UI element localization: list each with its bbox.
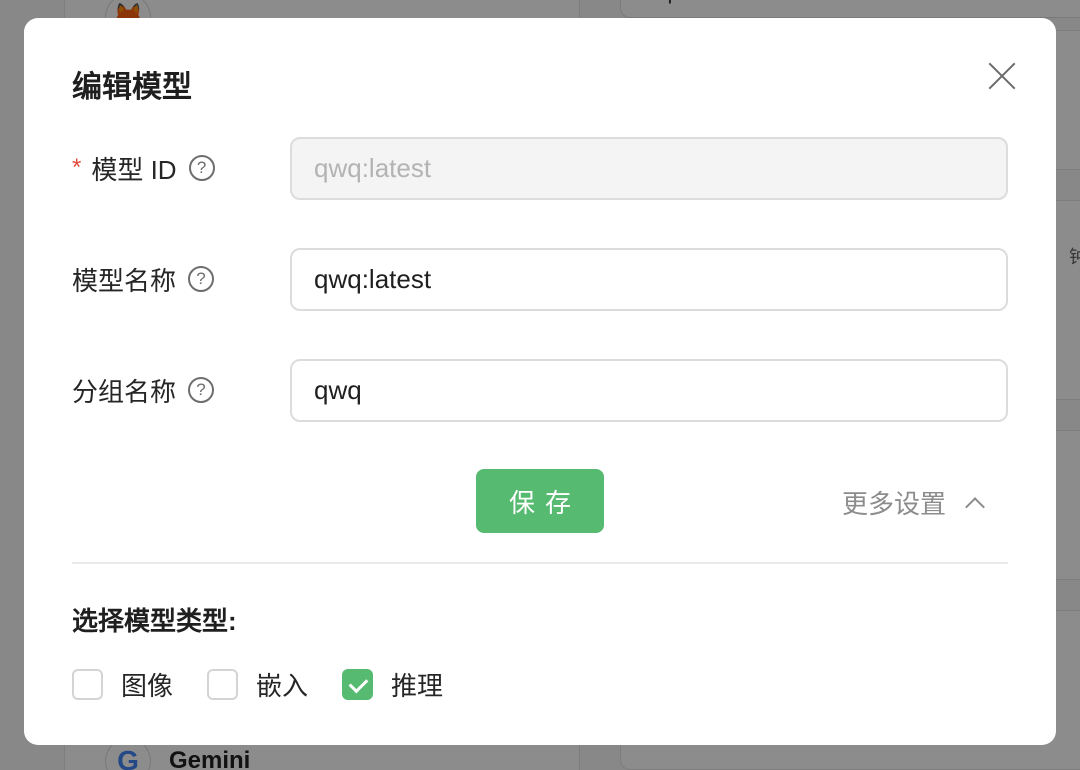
model-name-label: 模型名称 ? <box>72 261 290 298</box>
model-id-input <box>290 136 1008 200</box>
edit-model-dialog: 编辑模型 * 模型 ID ? 模型名称 ? 分组名称 ? 保存 更多设置 选择模… <box>24 18 1056 745</box>
model-name-label-text: 模型名称 <box>72 265 177 296</box>
save-button[interactable]: 保存 <box>476 469 604 533</box>
help-icon[interactable]: ? <box>188 377 215 403</box>
model-type-checkbox-group: 图像 嵌入 推理 <box>72 666 477 703</box>
group-name-label-text: 分组名称 <box>72 376 177 407</box>
type-option-embedding[interactable]: 嵌入 <box>207 666 308 703</box>
help-icon[interactable]: ? <box>188 266 215 292</box>
chevron-up-icon <box>965 496 985 517</box>
group-name-label: 分组名称 ? <box>72 372 290 409</box>
dialog-title: 编辑模型 <box>72 71 192 104</box>
reasoning-type-checkbox[interactable] <box>342 669 374 700</box>
model-name-row: 模型名称 ? <box>72 247 1008 311</box>
more-settings-label: 更多设置 <box>842 489 947 519</box>
type-option-reasoning[interactable]: 推理 <box>342 666 443 703</box>
model-name-input[interactable] <box>290 247 1008 311</box>
group-name-row: 分组名称 ? <box>72 358 1008 422</box>
model-id-row: * 模型 ID ? <box>72 136 1008 200</box>
type-option-label: 推理 <box>391 671 444 701</box>
model-id-label-text: 模型 ID <box>91 154 177 185</box>
divider <box>72 562 1008 564</box>
close-icon[interactable] <box>984 58 1020 94</box>
embedding-type-checkbox[interactable] <box>207 669 239 700</box>
more-settings-toggle[interactable]: 更多设置 <box>842 484 985 521</box>
type-option-image[interactable]: 图像 <box>72 666 173 703</box>
model-id-label: * 模型 ID ? <box>72 150 290 187</box>
help-icon[interactable]: ? <box>188 155 215 181</box>
model-type-section-title: 选择模型类型: <box>72 606 237 636</box>
image-type-checkbox[interactable] <box>72 669 103 700</box>
type-option-label: 图像 <box>121 671 174 701</box>
group-name-input[interactable] <box>290 358 1008 422</box>
type-option-label: 嵌入 <box>256 671 309 701</box>
required-mark: * <box>72 154 82 181</box>
